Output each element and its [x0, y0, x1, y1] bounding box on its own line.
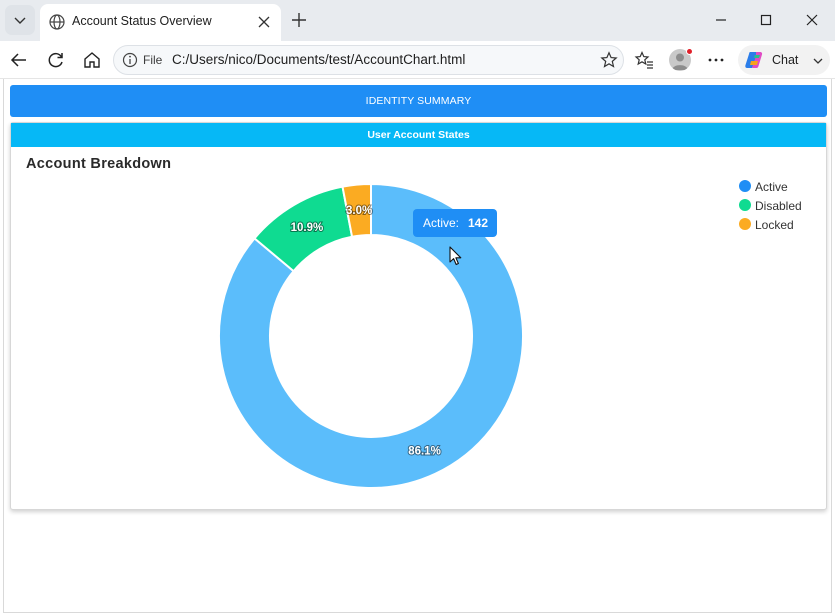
chevron-down-icon — [813, 58, 823, 64]
favorites-icon[interactable] — [634, 50, 654, 70]
chart-tooltip: Active: 142 — [413, 209, 497, 237]
legend-label: Locked — [755, 218, 794, 232]
window-close-icon[interactable] — [803, 11, 821, 29]
copilot-icon — [745, 52, 763, 68]
chart-panel: Account Breakdown 86.1% 10.9% 3.0% Active … — [16, 149, 821, 505]
favorite-star-icon[interactable] — [600, 51, 618, 69]
card-header: User Account States — [11, 123, 826, 147]
copilot-chat-button[interactable]: Chat — [738, 45, 830, 75]
minimize-icon[interactable] — [712, 11, 730, 29]
globe-icon — [49, 14, 65, 30]
info-icon[interactable] — [122, 52, 138, 68]
legend-dot-disabled — [739, 199, 751, 211]
tab-search-button[interactable] — [5, 5, 35, 35]
identity-summary-bar: IDENTITY SUMMARY — [10, 85, 827, 117]
data-label-disabled: 10.9% — [291, 222, 324, 234]
url-scheme-label: File — [143, 53, 163, 67]
data-label-locked: 3.0% — [346, 205, 372, 217]
chevron-down-icon — [14, 17, 26, 24]
back-arrow-icon[interactable] — [9, 50, 29, 70]
notification-dot — [686, 48, 693, 55]
doughnut-chart: 86.1% 10.9% 3.0% — [218, 182, 524, 489]
legend-dot-active — [739, 180, 751, 192]
reload-icon[interactable] — [46, 50, 66, 70]
url-text[interactable]: C:/Users/nico/Documents/test/AccountChar… — [172, 52, 465, 67]
address-bar[interactable]: File C:/Users/nico/Documents/test/Accoun… — [113, 45, 624, 75]
mouse-cursor-icon — [449, 246, 462, 266]
home-icon[interactable] — [82, 50, 102, 70]
close-tab-icon[interactable] — [256, 14, 272, 30]
new-tab-icon[interactable] — [290, 11, 308, 29]
browser-toolbar: File C:/Users/nico/Documents/test/Accoun… — [0, 41, 835, 79]
maximize-icon[interactable] — [757, 11, 775, 29]
tooltip-label: Active: — [423, 216, 460, 230]
data-label-active: 86.1% — [408, 446, 441, 458]
account-states-card: User Account States Account Breakdown 86… — [10, 122, 827, 510]
page-viewport: IDENTITY SUMMARY User Account States Acc… — [3, 79, 832, 613]
more-options-icon[interactable] — [706, 50, 726, 70]
tab-title: Account Status Overview — [72, 14, 212, 28]
browser-tab-strip: Account Status Overview — [0, 0, 835, 41]
tooltip-value: 142 — [468, 216, 489, 230]
legend-dot-locked — [739, 218, 751, 230]
chat-label: Chat — [772, 53, 799, 67]
browser-tab-active[interactable]: Account Status Overview — [40, 4, 281, 41]
legend-label: Active — [755, 180, 788, 194]
legend-label: Disabled — [755, 199, 802, 213]
